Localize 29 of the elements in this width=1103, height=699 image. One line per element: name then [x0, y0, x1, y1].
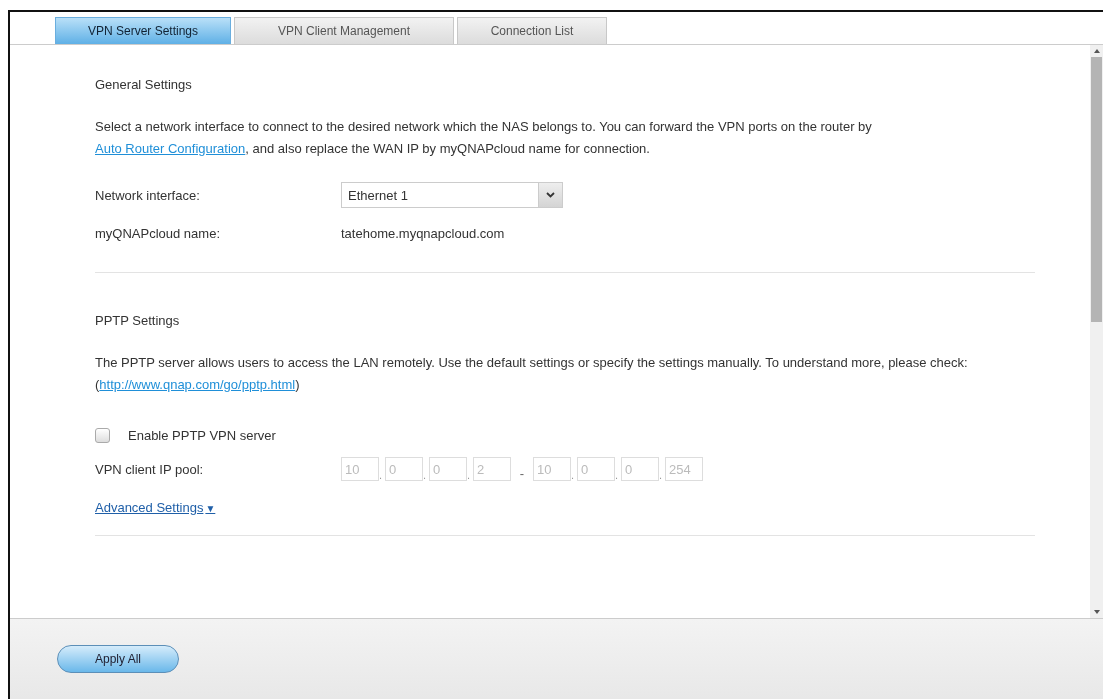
ip-dot: . — [615, 469, 620, 481]
ip-dot: . — [467, 469, 472, 481]
ip-dot: . — [423, 469, 428, 481]
chevron-down-icon — [546, 192, 555, 198]
tab[interactable]: VPN Server Settings — [55, 17, 231, 44]
advanced-settings-link[interactable]: Advanced Settings▼ — [95, 500, 216, 515]
ip-dot: . — [379, 469, 384, 481]
ip-dot: . — [571, 469, 576, 481]
section-title: PPTP Settings — [95, 313, 181, 328]
cloud-name-value: tatehome.myqnapcloud.com — [341, 225, 505, 241]
ip-dot: . — [659, 469, 664, 481]
scroll-thumb[interactable] — [1091, 57, 1102, 322]
range-dash: - — [518, 466, 526, 481]
tab[interactable]: VPN Client Management — [234, 17, 454, 44]
checkbox-label: Enable PPTP VPN server — [128, 427, 276, 443]
scrollbar[interactable] — [1090, 45, 1103, 618]
description-text: Select a network interface to connect to the desired network which the NAS belongs to. You can forward the VPN ports on the router by Auto Router Configuration, and also replace the WAN IP by myQNAPcloud name for connection. — [95, 118, 873, 158]
tab[interactable]: Connection List — [457, 17, 607, 44]
field-label: VPN client IP pool: — [95, 461, 205, 477]
link[interactable]: http://www.qnap.com/go/pptp.html — [99, 377, 296, 392]
scroll-up-icon[interactable] — [1093, 49, 1100, 53]
field-label: Network interface: — [95, 187, 201, 203]
enable-checkbox[interactable] — [95, 427, 110, 443]
apply-all-button[interactable]: Apply All — [57, 645, 179, 673]
network-interface-dropdown[interactable]: Ethernet 1 — [341, 182, 563, 208]
section-title: General Settings — [95, 77, 193, 92]
description-text: The PPTP server allows users to access the LAN remotely. Use the default settings or specify the settings manually. To understand more, please check: (http://www.qnap.com/go/pptp.html) — [95, 354, 969, 394]
field-label: myQNAPcloud name: — [95, 225, 221, 241]
scroll-down-icon[interactable] — [1093, 610, 1100, 614]
